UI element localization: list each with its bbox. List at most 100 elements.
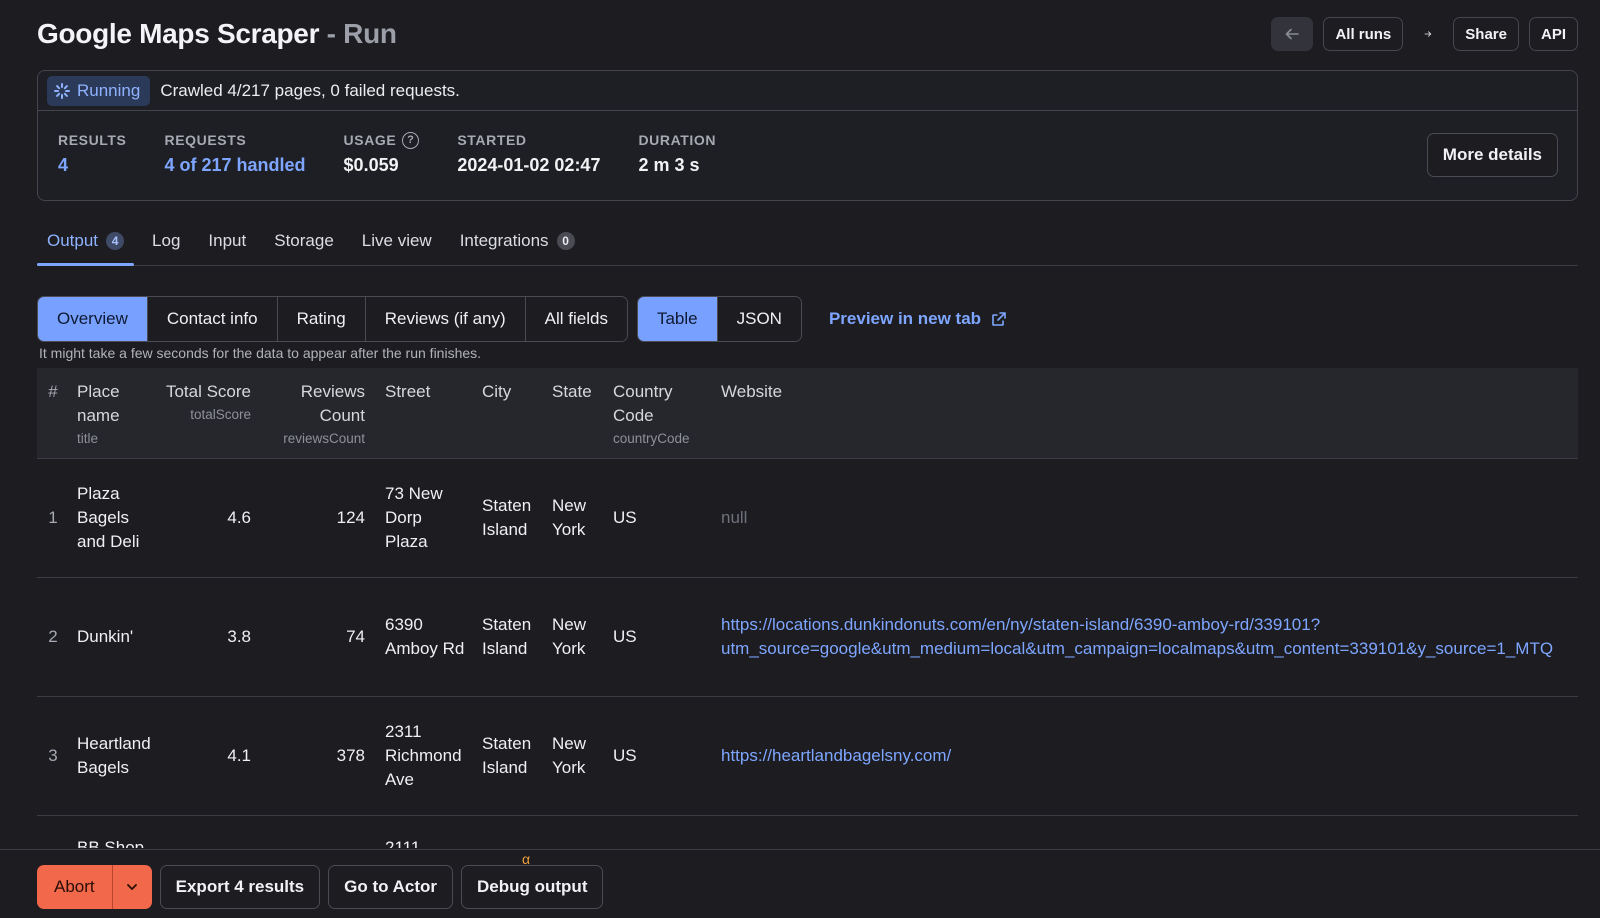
title-separator: - bbox=[326, 18, 336, 49]
cell-state: New York bbox=[536, 696, 597, 816]
results-table: # Place name title Total Score totalScore … bbox=[37, 368, 1578, 848]
tab-label: Live view bbox=[361, 230, 432, 250]
actor-name: Google Maps Scraper bbox=[37, 18, 320, 49]
tab-input[interactable]: Input bbox=[198, 216, 256, 265]
cell-place-name: Heartland Bagels bbox=[69, 696, 159, 816]
tab-label: Storage bbox=[274, 230, 334, 250]
cell-place-name: Dunkin' bbox=[69, 577, 159, 697]
run-status-panel: Running Crawled 4/217 pages, 0 failed re… bbox=[37, 70, 1578, 201]
requests-link[interactable]: 4 of 217 handled bbox=[165, 155, 306, 176]
table-header-row: # Place name title Total Score totalScore … bbox=[37, 368, 1578, 459]
previous-run-button[interactable] bbox=[1271, 17, 1314, 51]
cell-state: New York bbox=[536, 458, 597, 578]
cell-country-code: US bbox=[597, 458, 705, 578]
tab-log[interactable]: Log bbox=[142, 216, 190, 265]
debug-output-button[interactable]: Debug output bbox=[461, 865, 604, 909]
cell-index bbox=[37, 815, 69, 848]
cell-place-name: Plaza Bagels and Deli bbox=[69, 458, 159, 578]
tab-output[interactable]: Output 4 bbox=[37, 216, 135, 266]
started-value: 2024-01-02 02:47 bbox=[457, 155, 601, 175]
cell-total-score: 3.8 bbox=[159, 577, 251, 697]
output-view-controls: Overview Contact info Rating Reviews (if… bbox=[37, 296, 1007, 342]
cell-website bbox=[705, 815, 1578, 848]
cell-website: https://heartlandbagelsny.com/ bbox=[705, 696, 1578, 816]
usage-value: $0.059 bbox=[343, 155, 399, 175]
column-header-place-name[interactable]: Place name title bbox=[69, 368, 159, 459]
cell-country-code: US bbox=[597, 577, 705, 697]
cell-total-score: 4.6 bbox=[159, 458, 251, 578]
view-reviews-button[interactable]: Reviews (if any) bbox=[365, 297, 526, 341]
cell-total-score: 4.1 bbox=[159, 696, 251, 816]
field-set-selector: Overview Contact info Rating Reviews (if… bbox=[37, 296, 628, 342]
abort-button[interactable]: Abort bbox=[37, 865, 112, 909]
website-link-continued[interactable]: utm_source=google&utm_medium=local&utm_c… bbox=[721, 637, 1578, 661]
status-bar: Running Crawled 4/217 pages, 0 failed re… bbox=[38, 71, 1577, 111]
go-to-actor-button[interactable]: Go to Actor bbox=[328, 865, 454, 909]
column-header-total-score[interactable]: Total Score totalScore bbox=[159, 368, 251, 459]
api-button[interactable]: API bbox=[1528, 17, 1578, 51]
stat-requests: REQUESTS 4 of 217 handled bbox=[165, 131, 306, 176]
stat-started: STARTED 2024-01-02 02:47 bbox=[457, 131, 600, 176]
stat-label: RESULTS bbox=[58, 132, 127, 148]
abort-options-button[interactable] bbox=[111, 865, 152, 909]
cell-website: https://locations.dunkindonuts.com/en/ny… bbox=[705, 577, 1578, 697]
format-json-button[interactable]: JSON bbox=[717, 297, 801, 341]
column-header-website[interactable]: Website bbox=[705, 368, 1578, 459]
run-tabs: Output 4 Log Input Storage Live view Int… bbox=[37, 216, 1578, 266]
next-run-button[interactable] bbox=[1413, 17, 1443, 51]
stat-results: RESULTS 4 bbox=[58, 131, 127, 176]
all-runs-button[interactable]: All runs bbox=[1323, 17, 1404, 51]
website-link[interactable]: https://heartlandbagelsny.com/ bbox=[721, 744, 1578, 768]
column-header-reviews-count[interactable]: Reviews Count reviewsCount bbox=[251, 368, 369, 459]
chevron-down-icon bbox=[127, 884, 138, 890]
column-header-country-code[interactable]: Country Code countryCode bbox=[597, 368, 705, 459]
tab-live-view[interactable]: Live view bbox=[352, 216, 442, 265]
tab-integrations[interactable]: Integrations 0 bbox=[450, 216, 585, 265]
cell-city: Staten Island bbox=[466, 577, 536, 697]
format-table-button[interactable]: Table bbox=[637, 297, 718, 341]
cell-city bbox=[466, 815, 536, 848]
cell-reviews-count: 124 bbox=[251, 458, 369, 578]
tab-label: Input bbox=[208, 230, 247, 250]
view-all-fields-button[interactable]: All fields bbox=[525, 297, 627, 341]
export-results-button[interactable]: Export 4 results bbox=[159, 865, 321, 909]
preview-new-tab-link[interactable]: Preview in new tab bbox=[829, 309, 1007, 329]
cell-state bbox=[536, 815, 597, 848]
table-row: 1 Plaza Bagels and Deli 4.6 124 73 New D… bbox=[37, 458, 1578, 578]
data-delay-hint: It might take a few seconds for the data… bbox=[39, 345, 482, 361]
table-row: 2 Dunkin' 3.8 74 6390 Amboy Rd Staten Is… bbox=[37, 577, 1578, 697]
usage-label: USAGE bbox=[343, 132, 397, 148]
website-link[interactable]: https://locations.dunkindonuts.com/en/ny… bbox=[721, 613, 1578, 637]
cell-index: 1 bbox=[37, 458, 69, 578]
cell-reviews-count bbox=[251, 815, 369, 848]
more-details-button[interactable]: More details bbox=[1426, 133, 1558, 177]
view-rating-button[interactable]: Rating bbox=[277, 297, 366, 341]
help-icon[interactable]: ? bbox=[402, 131, 420, 149]
share-button[interactable]: Share bbox=[1453, 17, 1519, 51]
table-row: 3 Heartland Bagels 4.1 378 2311 Richmond… bbox=[37, 696, 1578, 816]
run-page: Google Maps Scraper - Run All runs Share… bbox=[0, 0, 1600, 918]
results-table-container[interactable]: # Place name title Total Score totalScore … bbox=[37, 368, 1578, 848]
bottom-action-bar: Abort Export 4 results Go to Actor Debug… bbox=[0, 849, 1600, 918]
spinner-icon bbox=[53, 82, 71, 100]
cell-reviews-count: 378 bbox=[251, 696, 369, 816]
cell-street: 73 New Dorp Plaza bbox=[369, 458, 466, 578]
tab-storage[interactable]: Storage bbox=[264, 216, 344, 265]
page-header: Google Maps Scraper - Run All runs Share… bbox=[37, 14, 1578, 54]
results-link[interactable]: 4 bbox=[58, 155, 127, 176]
cell-street: 6390 Amboy Rd bbox=[369, 577, 466, 697]
alpha-marker: α bbox=[522, 851, 531, 867]
view-overview-button[interactable]: Overview bbox=[38, 297, 148, 341]
column-header-street[interactable]: Street bbox=[369, 368, 466, 459]
tab-count-badge: 0 bbox=[556, 231, 575, 250]
arrow-left-icon bbox=[1286, 28, 1300, 40]
cell-city: Staten Island bbox=[466, 458, 536, 578]
cell-index: 2 bbox=[37, 577, 69, 697]
external-link-icon bbox=[992, 312, 1006, 326]
tab-count-badge: 4 bbox=[106, 231, 125, 250]
view-contact-info-button[interactable]: Contact info bbox=[147, 297, 278, 341]
cell-website: null bbox=[705, 458, 1578, 578]
column-header-state[interactable]: State bbox=[536, 368, 597, 459]
column-header-city[interactable]: City bbox=[466, 368, 536, 459]
column-header-index: # bbox=[48, 382, 58, 401]
